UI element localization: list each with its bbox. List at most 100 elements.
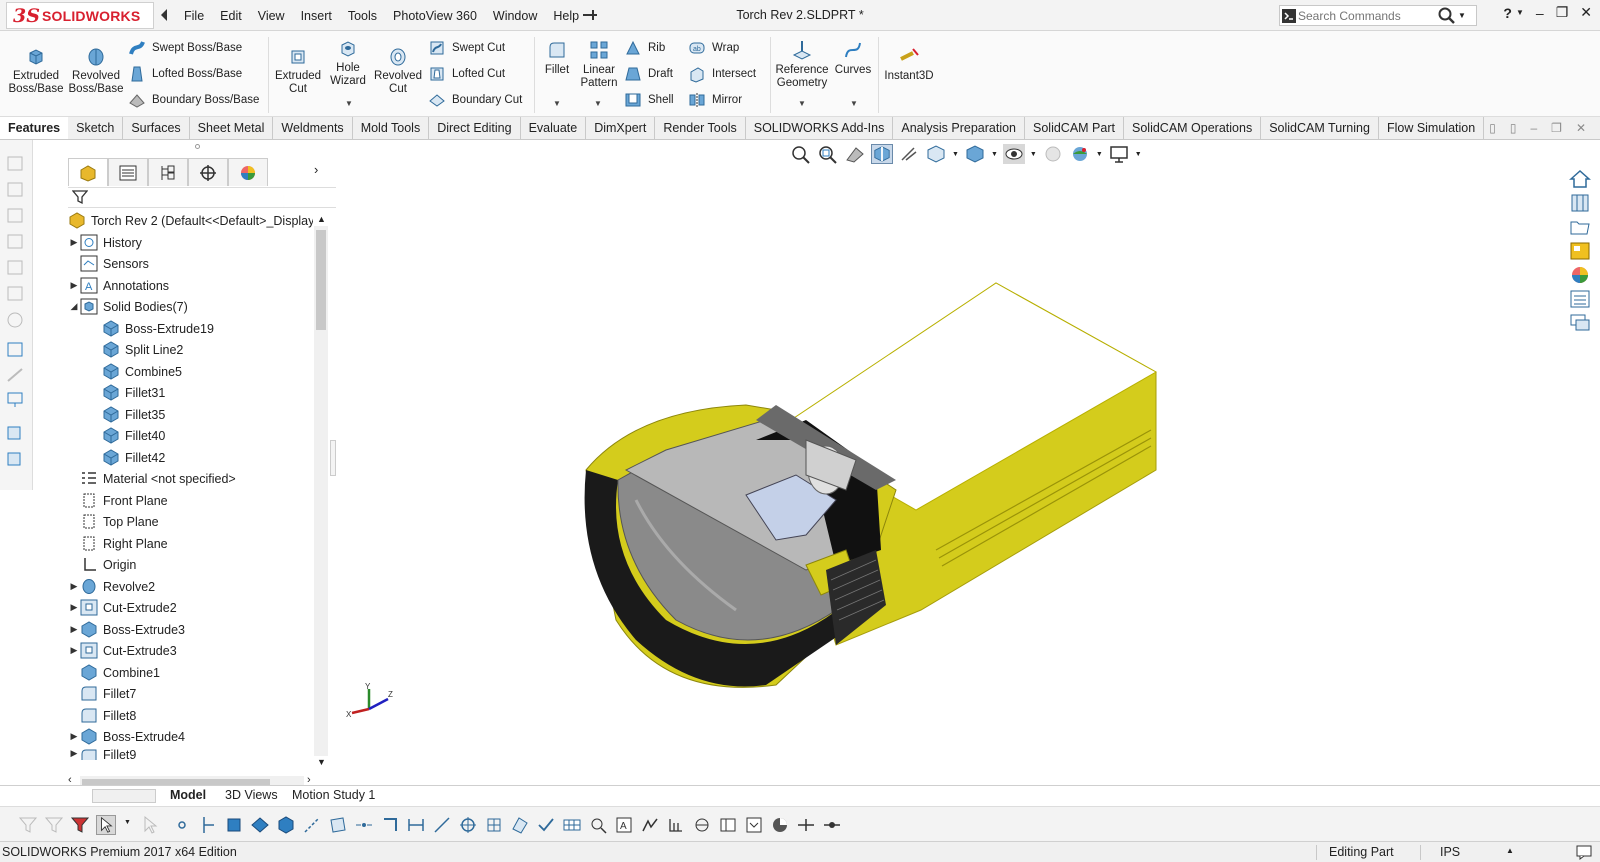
panel-handle[interactable]	[195, 144, 200, 149]
tab-solidcam-operations[interactable]: SolidCAM Operations	[1124, 117, 1262, 139]
rib-button[interactable]: Rib	[624, 38, 665, 58]
tree-item-origin[interactable]: Origin	[80, 554, 136, 575]
custom-properties-icon[interactable]	[1568, 288, 1592, 310]
revolved-cut-button[interactable]: Revolved Cut	[373, 45, 423, 96]
edge-select-icon[interactable]	[380, 815, 400, 835]
sketch-tool-icon[interactable]	[5, 366, 27, 385]
weld-select-icon[interactable]	[588, 815, 608, 835]
point-icon[interactable]	[172, 815, 192, 835]
file-explorer-icon[interactable]	[1568, 216, 1592, 238]
grid-select-icon[interactable]	[484, 815, 504, 835]
surface-body-icon[interactable]	[510, 815, 530, 835]
sketch-tool-icon[interactable]	[5, 206, 27, 225]
tab-sheet-metal[interactable]: Sheet Metal	[190, 117, 274, 139]
boundary-boss-button[interactable]: Boundary Boss/Base	[128, 90, 259, 110]
doc-restore-icon[interactable]: ❐	[1551, 121, 1562, 135]
view-settings-icon[interactable]	[1108, 144, 1130, 164]
face-select-icon[interactable]	[224, 815, 244, 835]
tree-item-top-plane[interactable]: Top Plane	[80, 511, 159, 532]
intersect-button[interactable]: Intersect	[688, 64, 756, 84]
plane-select-icon[interactable]	[328, 815, 348, 835]
menu-edit[interactable]: Edit	[212, 9, 250, 23]
tab-scroll-buttons[interactable]	[92, 789, 156, 803]
tree-item-right-plane[interactable]: Right Plane	[80, 533, 168, 554]
appearances-icon[interactable]	[1568, 264, 1592, 286]
menu-expand-icon[interactable]	[159, 8, 169, 22]
tab-evaluate[interactable]: Evaluate	[521, 117, 587, 139]
tree-item-feature[interactable]: Combine1	[80, 662, 160, 683]
fillet-button[interactable]: Fillet	[540, 39, 574, 77]
curves-dropdown-icon[interactable]: ▼	[850, 99, 858, 108]
axis-select-icon[interactable]	[302, 815, 322, 835]
tab-solidcam-part[interactable]: SolidCAM Part	[1025, 117, 1124, 139]
expand-icon[interactable]: ▶	[68, 748, 80, 759]
tab-analysis-preparation[interactable]: Analysis Preparation	[893, 117, 1026, 139]
scrollbar-thumb[interactable]	[316, 230, 326, 330]
center-mark-icon[interactable]	[458, 815, 478, 835]
tree-item-feature[interactable]: ▶ Boss-Extrude4	[68, 726, 185, 747]
tree-item-body[interactable]: Split Line2	[102, 339, 183, 360]
tree-item-body[interactable]: Combine5	[102, 361, 182, 382]
draft-button[interactable]: Draft	[624, 64, 673, 84]
expand-icon[interactable]: ▶	[68, 280, 80, 291]
restore-icon[interactable]: ❐	[1556, 4, 1569, 21]
extruded-cut-button[interactable]: Extruded Cut	[272, 45, 324, 96]
tab-weldments[interactable]: Weldments	[273, 117, 353, 139]
menu-photoview[interactable]: PhotoView 360	[385, 9, 485, 23]
sketch-tool-icon[interactable]	[5, 258, 27, 277]
display-style-dropdown-icon[interactable]: ▼	[991, 151, 998, 158]
expand-icon[interactable]: ▶	[68, 731, 80, 742]
previous-view-icon[interactable]	[844, 144, 866, 164]
sketch-tool-icon[interactable]	[5, 340, 27, 359]
tree-scroll-down-icon[interactable]: ▼	[317, 757, 326, 767]
linear-pattern-button[interactable]: Linear Pattern	[578, 39, 620, 90]
edit-appearance-icon[interactable]	[1042, 144, 1064, 164]
tree-item-feature[interactable]: ▶ Cut-Extrude3	[68, 640, 177, 661]
expand-icon[interactable]: ▶	[68, 624, 80, 635]
tab-flow-simulation[interactable]: Flow Simulation	[1379, 117, 1485, 139]
menu-view[interactable]: View	[250, 9, 293, 23]
tab-solidworks-addins[interactable]: SOLIDWORKS Add-Ins	[746, 117, 894, 139]
model-view[interactable]	[336, 140, 1560, 780]
tree-vertical-scrollbar[interactable]	[314, 226, 328, 756]
tab-features[interactable]: Features	[0, 117, 69, 139]
vertex-select-icon[interactable]	[354, 815, 374, 835]
sketch-tool-icon[interactable]	[5, 424, 27, 443]
sketch-tool-icon[interactable]	[5, 310, 27, 329]
menu-file[interactable]: File	[176, 9, 212, 23]
close-icon[interactable]: ✕	[1580, 4, 1592, 21]
menu-help[interactable]: Help	[545, 9, 587, 23]
expand-icon[interactable]: ▶	[68, 645, 80, 656]
pin-icon[interactable]	[582, 7, 598, 23]
filter-icon[interactable]	[18, 815, 38, 835]
tree-item-front-plane[interactable]: Front Plane	[80, 490, 168, 511]
tree-item-material[interactable]: Material <not specified>	[80, 468, 236, 489]
menu-tools[interactable]: Tools	[340, 9, 385, 23]
hole-wizard-dropdown-icon[interactable]: ▼	[345, 99, 353, 108]
solidworks-resources-icon[interactable]	[1568, 168, 1592, 190]
unit-system-dropdown-icon[interactable]: ▲	[1506, 846, 1514, 855]
cosmetic-thread-icon[interactable]	[744, 815, 764, 835]
tab-model[interactable]: Model	[170, 788, 206, 802]
menu-window[interactable]: Window	[485, 9, 545, 23]
note-select-icon[interactable]: A	[614, 815, 634, 835]
extruded-boss-button[interactable]: Extruded Boss/Base	[8, 45, 64, 96]
tree-item-body[interactable]: Fillet40	[102, 425, 165, 446]
tab-motion-study[interactable]: Motion Study 1	[292, 788, 375, 802]
tree-item-solid-bodies[interactable]: ◢ Solid Bodies(7)	[68, 296, 188, 317]
expand-icon[interactable]: ▶	[68, 581, 80, 592]
tab-sketch[interactable]: Sketch	[68, 117, 124, 139]
tree-item-feature[interactable]: Fillet7	[80, 683, 136, 704]
search-dropdown-icon[interactable]: ▼	[1458, 11, 1466, 20]
revolved-boss-button[interactable]: Revolved Boss/Base	[67, 45, 125, 96]
doc-close-icon[interactable]: ✕	[1576, 121, 1586, 135]
select-pointer-icon[interactable]	[96, 815, 116, 835]
minimize-icon[interactable]: –	[1536, 5, 1544, 21]
apply-scene-icon[interactable]	[1069, 144, 1091, 164]
tree-root[interactable]: Torch Rev 2 (Default<<Default>_Display S…	[68, 210, 313, 231]
tree-filter[interactable]	[68, 186, 358, 208]
sketch-line-icon[interactable]	[432, 815, 452, 835]
tab-3d-views[interactable]: 3D Views	[225, 788, 278, 802]
body-select-icon[interactable]	[276, 815, 296, 835]
sketch-tool-icon[interactable]	[5, 284, 27, 303]
